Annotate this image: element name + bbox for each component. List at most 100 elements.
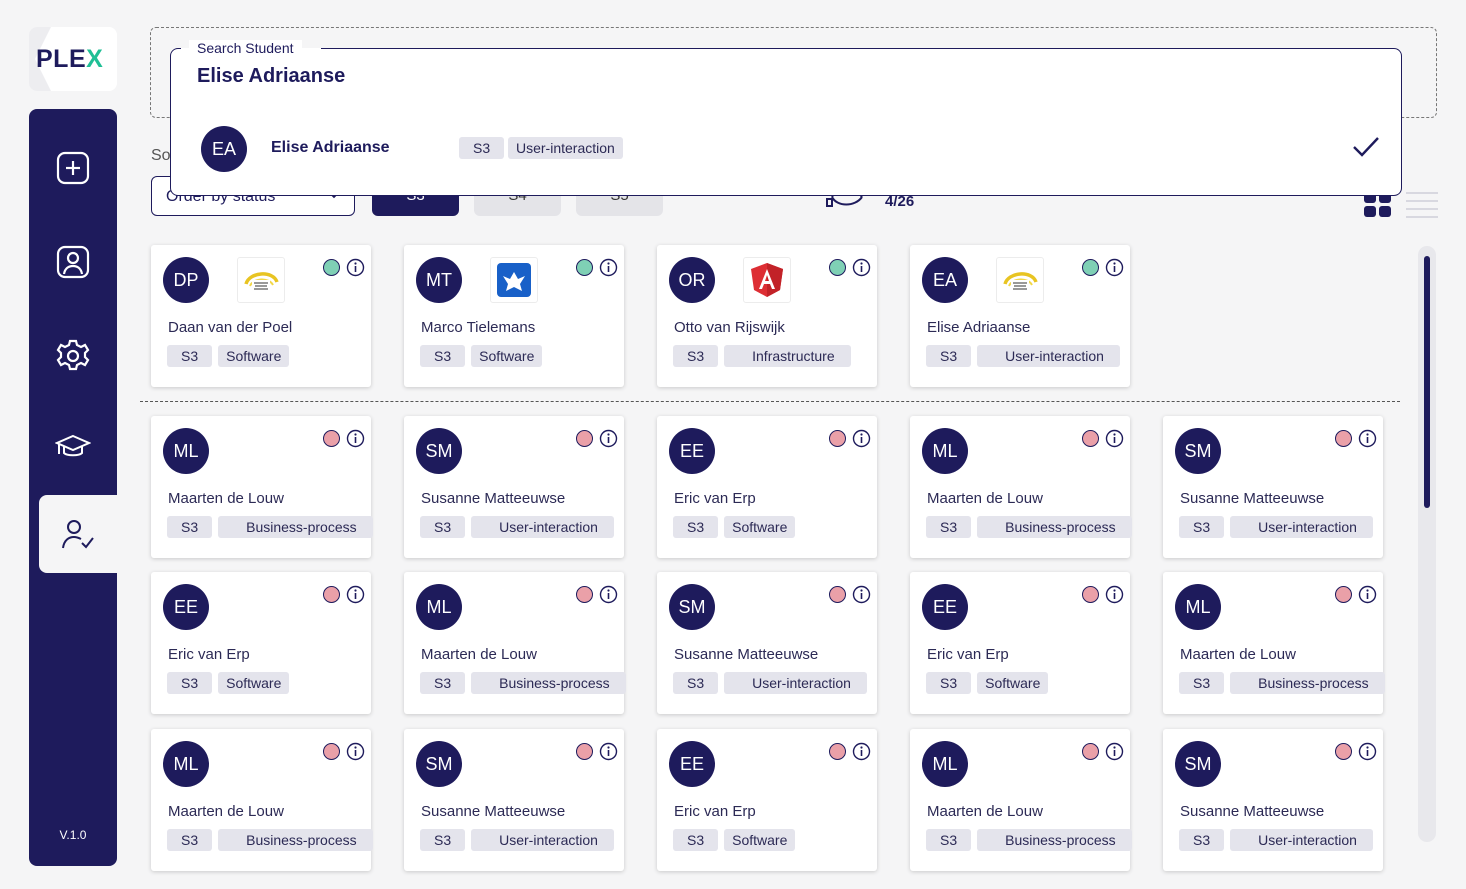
avatar: EA bbox=[922, 257, 968, 303]
info-icon[interactable] bbox=[852, 258, 871, 277]
status-dot bbox=[1335, 430, 1352, 447]
info-icon[interactable] bbox=[1105, 429, 1124, 448]
search-student-field[interactable]: Search Student Elise Adriaanse EA Elise … bbox=[170, 40, 1402, 196]
semester-tag: S3 bbox=[673, 829, 719, 851]
student-name: Susanne Matteeuwse bbox=[1180, 803, 1325, 820]
angular-logo bbox=[743, 257, 791, 303]
list-view-icon[interactable] bbox=[1405, 191, 1439, 219]
info-icon[interactable] bbox=[346, 429, 365, 448]
status-dot bbox=[829, 586, 846, 603]
nav-add[interactable] bbox=[29, 129, 117, 207]
track-tag: Software bbox=[471, 345, 543, 367]
avatar: SM bbox=[669, 584, 715, 630]
student-name: Eric van Erp bbox=[927, 646, 1009, 663]
track-tag: User-interaction bbox=[1230, 829, 1373, 851]
semester-tag: S3 bbox=[459, 137, 505, 159]
info-icon[interactable] bbox=[346, 585, 365, 604]
status-dot bbox=[1082, 430, 1099, 447]
student-name: Susanne Matteeuwse bbox=[421, 490, 566, 507]
student-card[interactable]: SM Susanne Matteeuwse S3 User-interaction bbox=[404, 729, 624, 871]
student-card[interactable]: EA Elise Adriaanse S3 User-interaction bbox=[910, 245, 1130, 387]
sort-label: So bbox=[151, 147, 171, 164]
scrollbar-thumb[interactable] bbox=[1424, 256, 1430, 508]
track-tag: User-interaction bbox=[1230, 516, 1373, 538]
avatar: ML bbox=[1175, 584, 1221, 630]
student-card[interactable]: ML Maarten de Louw S3 Business-process bbox=[910, 416, 1132, 558]
user-profile-icon bbox=[56, 245, 90, 279]
info-icon[interactable] bbox=[1358, 429, 1377, 448]
student-name: Maarten de Louw bbox=[168, 490, 284, 507]
student-name: Eric van Erp bbox=[674, 803, 756, 820]
track-tag: Software bbox=[724, 829, 796, 851]
nav-student-assign[interactable] bbox=[39, 495, 117, 573]
info-icon[interactable] bbox=[1105, 258, 1124, 277]
student-card[interactable]: EE Eric van Erp S3 Software bbox=[151, 572, 371, 714]
info-icon[interactable] bbox=[346, 742, 365, 761]
track-tag: Business-process bbox=[218, 516, 373, 538]
info-icon[interactable] bbox=[1358, 585, 1377, 604]
checkmark-icon bbox=[1353, 137, 1379, 157]
semester-tag: S3 bbox=[673, 516, 719, 538]
semester-tag: S3 bbox=[1179, 672, 1225, 694]
student-name: Susanne Matteeuwse bbox=[421, 803, 566, 820]
student-card[interactable]: DP Daan van der Poel S3 Software bbox=[151, 245, 371, 387]
student-name: Elise Adriaanse bbox=[927, 319, 1031, 336]
semester-tag: S3 bbox=[420, 345, 466, 367]
student-card[interactable]: EE Eric van Erp S3 Software bbox=[910, 572, 1130, 714]
semester-tag: S3 bbox=[167, 829, 213, 851]
search-input-value[interactable]: Elise Adriaanse bbox=[197, 65, 345, 88]
track-tag: Business-process bbox=[218, 829, 373, 851]
avatar: MT bbox=[416, 257, 462, 303]
semester-tag: S3 bbox=[673, 672, 719, 694]
info-icon[interactable] bbox=[599, 429, 618, 448]
info-icon[interactable] bbox=[599, 585, 618, 604]
info-icon[interactable] bbox=[852, 429, 871, 448]
semester-tag: S3 bbox=[926, 672, 972, 694]
track-tag: Software bbox=[218, 345, 290, 367]
student-card[interactable]: ML Maarten de Louw S3 Business-process bbox=[151, 729, 373, 871]
student-name: Susanne Matteeuwse bbox=[674, 646, 819, 663]
info-icon[interactable] bbox=[1105, 742, 1124, 761]
search-result-item[interactable]: EA Elise Adriaanse S3 User-interaction bbox=[201, 126, 1381, 172]
avatar: EE bbox=[922, 584, 968, 630]
student-card[interactable]: EE Eric van Erp S3 Software bbox=[657, 729, 877, 871]
graduation-cap-icon bbox=[55, 434, 91, 457]
section-divider bbox=[140, 401, 1400, 402]
semester-tag: S3 bbox=[673, 345, 719, 367]
status-dot bbox=[576, 586, 593, 603]
info-icon[interactable] bbox=[599, 258, 618, 277]
avatar: DP bbox=[163, 257, 209, 303]
student-card[interactable]: ML Maarten de Louw S3 Business-process bbox=[1163, 572, 1385, 714]
student-card[interactable]: ML Maarten de Louw S3 Business-process bbox=[910, 729, 1132, 871]
status-dot bbox=[576, 259, 593, 276]
track-tag: Software bbox=[977, 672, 1049, 694]
student-name: Maarten de Louw bbox=[927, 803, 1043, 820]
student-card[interactable]: SM Susanne Matteeuwse S3 User-interaction bbox=[1163, 729, 1383, 871]
semester-tag: S3 bbox=[420, 516, 466, 538]
status-dot bbox=[323, 586, 340, 603]
info-icon[interactable] bbox=[599, 742, 618, 761]
student-card[interactable]: SM Susanne Matteeuwse S3 User-interaction bbox=[404, 416, 624, 558]
student-card[interactable]: ML Maarten de Louw S3 Business-process bbox=[151, 416, 373, 558]
status-dot bbox=[829, 743, 846, 760]
info-icon[interactable] bbox=[346, 258, 365, 277]
avatar: ML bbox=[416, 584, 462, 630]
nav-profile[interactable] bbox=[29, 223, 117, 301]
info-icon[interactable] bbox=[852, 742, 871, 761]
info-icon[interactable] bbox=[1105, 585, 1124, 604]
track-tag: User-interaction bbox=[724, 672, 867, 694]
student-card[interactable]: OR Otto van Rijswijk S3 Infrastructure bbox=[657, 245, 877, 387]
track-tag: Software bbox=[218, 672, 290, 694]
status-dot bbox=[1335, 743, 1352, 760]
student-card[interactable]: SM Susanne Matteeuwse S3 User-interaction bbox=[1163, 416, 1383, 558]
nav-education[interactable] bbox=[29, 407, 117, 485]
status-dot bbox=[576, 430, 593, 447]
student-card[interactable]: MT Marco Tielemans S3 Software bbox=[404, 245, 624, 387]
status-dot bbox=[323, 430, 340, 447]
info-icon[interactable] bbox=[852, 585, 871, 604]
student-card[interactable]: ML Maarten de Louw S3 Business-process bbox=[404, 572, 626, 714]
student-card[interactable]: EE Eric van Erp S3 Software bbox=[657, 416, 877, 558]
info-icon[interactable] bbox=[1358, 742, 1377, 761]
student-card[interactable]: SM Susanne Matteeuwse S3 User-interaction bbox=[657, 572, 877, 714]
nav-settings[interactable] bbox=[29, 317, 117, 395]
